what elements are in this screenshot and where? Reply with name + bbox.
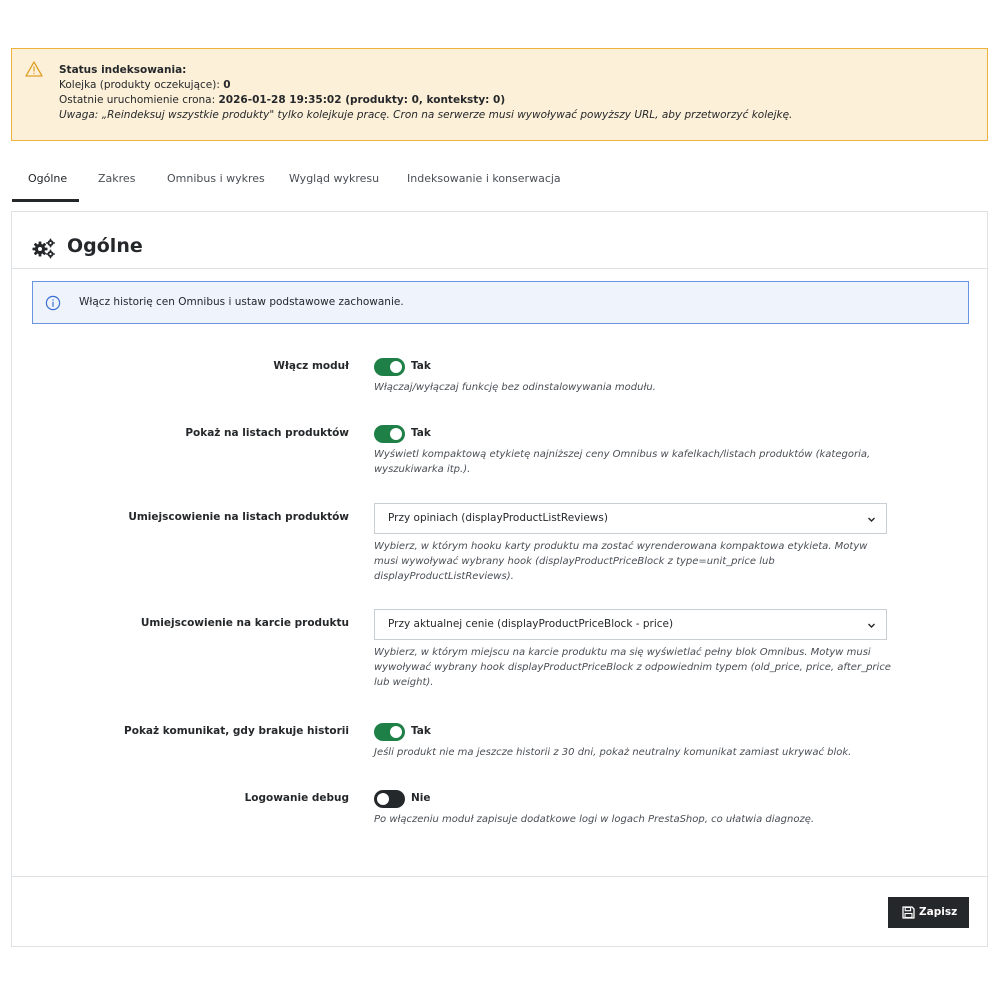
toggle-knob <box>377 793 389 805</box>
note-prefix: Uwaga: <box>59 109 99 121</box>
enable-module-value: Tak <box>411 360 431 372</box>
tab-indexing-maintenance[interactable]: Indeksowanie i konserwacja <box>407 162 561 202</box>
debug-logging-value: Nie <box>411 792 431 804</box>
info-alert: Włącz historię cen Omnibus i ustaw podst… <box>32 281 969 324</box>
enable-module-help: Włączaj/wyłączaj funkcję bez odinstalowy… <box>374 382 656 393</box>
tab-scope[interactable]: Zakres <box>98 162 135 202</box>
cogs-icon <box>32 238 55 259</box>
list-position-help: Wybierz, w którym hooku karty produktu m… <box>374 541 868 582</box>
tab-general[interactable]: Ogólne <box>12 162 79 202</box>
missing-history-label: Pokaż komunikat, gdy brakuje historii <box>124 725 349 737</box>
toggle-knob <box>390 361 402 373</box>
panel-title: Ogólne <box>67 235 143 257</box>
missing-history-value: Tak <box>411 725 431 737</box>
missing-history-toggle[interactable] <box>374 723 405 741</box>
settings-tabs: Ogólne Zakres Omnibus i wykres Wygląd wy… <box>12 162 988 202</box>
chevron-down-icon <box>868 517 875 522</box>
save-button[interactable]: Zapisz <box>888 897 969 928</box>
info-text: Włącz historię cen Omnibus i ustaw podst… <box>79 296 404 308</box>
debug-logging-toggle[interactable] <box>374 790 405 808</box>
queue-value: 0 <box>223 79 231 91</box>
toggle-knob <box>390 428 402 440</box>
footer-divider <box>12 876 987 877</box>
product-position-help: Wybierz, w którym miejscu na karcie prod… <box>374 647 891 688</box>
note-text: „Reindeksuj wszystkie produkty" tylko ko… <box>98 109 793 121</box>
list-position-selected: Przy opiniach (displayProductListReviews… <box>388 512 608 524</box>
product-position-label: Umiejscowienie na karcie produktu <box>140 617 349 629</box>
show-on-lists-value: Tak <box>411 427 431 439</box>
info-circle-icon <box>45 295 61 311</box>
product-position-select[interactable]: Przy aktualnej cenie (displayProductPric… <box>374 609 887 640</box>
show-on-lists-toggle[interactable] <box>374 425 405 443</box>
status-title: Status indeksowania: <box>59 64 187 76</box>
tab-omnibus-chart[interactable]: Omnibus i wykres <box>167 162 265 202</box>
debug-logging-help: Po włączeniu moduł zapisuje dodatkowe lo… <box>374 814 815 825</box>
chevron-down-icon <box>868 623 875 628</box>
list-position-select[interactable]: Przy opiniach (displayProductListReviews… <box>374 503 887 534</box>
queue-label: Kolejka (produkty oczekujące): <box>59 79 224 91</box>
warning-icon <box>25 61 43 77</box>
product-position-selected: Przy aktualnej cenie (displayProductPric… <box>388 618 674 630</box>
header-divider <box>12 268 987 269</box>
cron-value: 2026-01-28 19:35:02 (produkty: 0, kontek… <box>218 94 506 106</box>
indexing-status-alert: Status indeksowania: Kolejka (produkty o… <box>11 48 988 141</box>
floppy-disk-icon <box>902 906 915 919</box>
toggle-knob <box>390 726 402 738</box>
general-settings-panel: Ogólne Włącz historię cen Omnibus i usta… <box>11 211 988 947</box>
save-button-label: Zapisz <box>919 906 958 918</box>
show-on-lists-label: Pokaż na listach produktów <box>185 427 349 439</box>
show-on-lists-help: Wyświetl kompaktową etykietę najniższej … <box>374 449 871 475</box>
missing-history-help: Jeśli produkt nie ma jeszcze historii z … <box>374 747 852 758</box>
enable-module-toggle[interactable] <box>374 358 405 376</box>
list-position-label: Umiejscowienie na listach produktów <box>128 511 349 523</box>
debug-logging-label: Logowanie debug <box>244 792 349 804</box>
tab-chart-appearance[interactable]: Wygląd wykresu <box>289 162 379 202</box>
enable-module-label: Włącz moduł <box>273 360 349 372</box>
cron-label: Ostatnie uruchomienie crona: <box>59 94 219 106</box>
status-text: Status indeksowania: Kolejka (produkty o… <box>59 63 792 123</box>
